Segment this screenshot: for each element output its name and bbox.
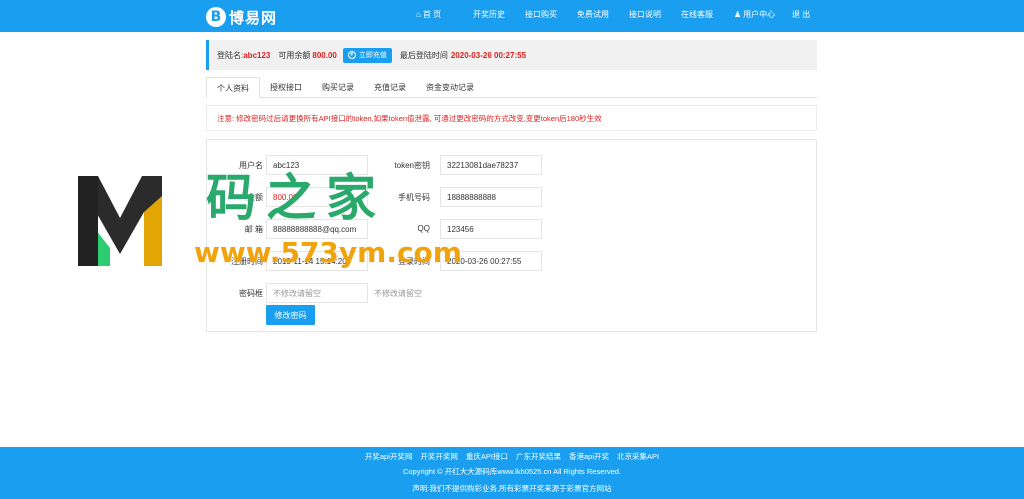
register-time-field[interactable]: 2019-11-14 15:14:20: [266, 251, 368, 271]
username-field[interactable]: abc123: [266, 155, 368, 175]
qq-field[interactable]: 123456: [440, 219, 542, 239]
username-label: 用户名: [239, 161, 263, 170]
profile-form: 用户名 abc123 token密钥 32213081dae78237 余额 8…: [206, 139, 817, 332]
nav-user-center[interactable]: ♟ 用户中心: [734, 9, 792, 20]
phone-field[interactable]: 18888888888: [440, 187, 542, 207]
register-time-label: 注册时间: [231, 257, 263, 266]
last-login-value: 2020-03-26 00:27:55: [450, 50, 527, 60]
password-notice: 注意: 修改密码过后请更换所有API接口的token,如果token值泄露, 可…: [206, 105, 817, 131]
logo-text: 博易网: [229, 9, 278, 27]
site-logo[interactable]: B 博易网: [206, 7, 277, 27]
balance-label: 可用余额: [278, 50, 311, 60]
change-password-button[interactable]: 修改密码: [266, 305, 315, 325]
nav-trial[interactable]: 免费试用: [577, 9, 629, 20]
page-footer: 开奖api开奖网 开奖开奖网 重庆API接口 广东开奖结果 香港api开奖 北京…: [0, 447, 1024, 499]
footer-links: 开奖api开奖网 开奖开奖网 重庆API接口 广东开奖结果 香港api开奖 北京…: [0, 451, 1024, 462]
main-nav: ⌂ 首 页 开奖历史 接口购买 免费试用 接口说明 在线客服 ♟ 用户中心 退 出: [416, 9, 822, 20]
top-header: B 博易网 ⌂ 首 页 开奖历史 接口购买 免费试用 接口说明 在线客服 ♟ 用户中…: [0, 0, 1024, 32]
qq-label: QQ: [417, 224, 430, 233]
footer-link[interactable]: 北京采集API: [617, 451, 659, 462]
last-login-time-label: 登录时间: [398, 257, 430, 266]
email-label: 邮 箱: [244, 225, 263, 234]
last-login-label: 最后登陆时间: [399, 50, 448, 60]
login-label: 登陆名:: [217, 50, 244, 60]
nav-history[interactable]: 开奖历史: [473, 9, 525, 20]
balance-field[interactable]: 800.00: [266, 187, 368, 207]
watermark-logo-icon: [78, 176, 162, 266]
login-value: abc123: [243, 50, 271, 60]
balance-field-label: 余额: [247, 193, 263, 202]
nav-api-doc[interactable]: 接口说明: [629, 9, 681, 20]
recharge-button[interactable]: ¥ 立即充值: [342, 47, 392, 63]
token-field[interactable]: 32213081dae78237: [440, 155, 542, 175]
footer-link[interactable]: 广东开奖结果: [516, 451, 561, 462]
token-label: token密钥: [394, 161, 430, 170]
logo-badge-icon: B: [206, 7, 226, 27]
tab-purchase-records[interactable]: 购买记录: [312, 77, 364, 98]
home-icon: ⌂: [416, 10, 421, 19]
footer-link[interactable]: 开奖api开奖网: [365, 451, 413, 462]
tab-profile[interactable]: 个人资料: [206, 77, 260, 99]
profile-tabs: 个人资料 授权接口 购买记录 充值记录 资金变动记录: [206, 77, 817, 99]
footer-link[interactable]: 香港api开奖: [569, 451, 609, 462]
footer-link[interactable]: 重庆API接口: [466, 451, 508, 462]
email-field[interactable]: 88888888888@qq.com: [266, 219, 368, 239]
password-input[interactable]: 不修改请留空: [266, 283, 368, 303]
nav-home[interactable]: ⌂ 首 页: [416, 9, 473, 20]
phone-label: 手机号码: [398, 193, 430, 202]
user-icon: ♟: [734, 10, 742, 19]
nav-logout[interactable]: 退 出: [792, 9, 822, 20]
footer-disclaimer: 声明:我们不提供购彩业务,所有彩票开奖来源于彩票官方网站: [412, 484, 612, 493]
account-info-bar: 登陆名: abc123 可用余额 800.00 ¥ 立即充值 最后登陆时间 20…: [206, 40, 817, 70]
balance-value: 800.00: [312, 50, 337, 60]
tab-recharge-records[interactable]: 充值记录: [364, 77, 416, 98]
password-label: 密码框: [239, 289, 263, 298]
nav-service[interactable]: 在线客服: [681, 9, 734, 20]
tab-fund-changes[interactable]: 资金变动记录: [416, 77, 484, 98]
tab-authorized-api[interactable]: 授权接口: [260, 77, 312, 98]
password-hint: 不修改请留空: [374, 289, 422, 298]
last-login-time-field[interactable]: 2020-03-26 00:27:55: [440, 251, 542, 271]
footer-link[interactable]: 开奖开奖网: [420, 451, 458, 462]
recharge-icon: ¥: [347, 51, 356, 59]
footer-copyright: Copyright © 开红大大源码库www.lkh0525.cn All Ri…: [402, 467, 622, 476]
nav-buy[interactable]: 接口购买: [525, 9, 577, 20]
